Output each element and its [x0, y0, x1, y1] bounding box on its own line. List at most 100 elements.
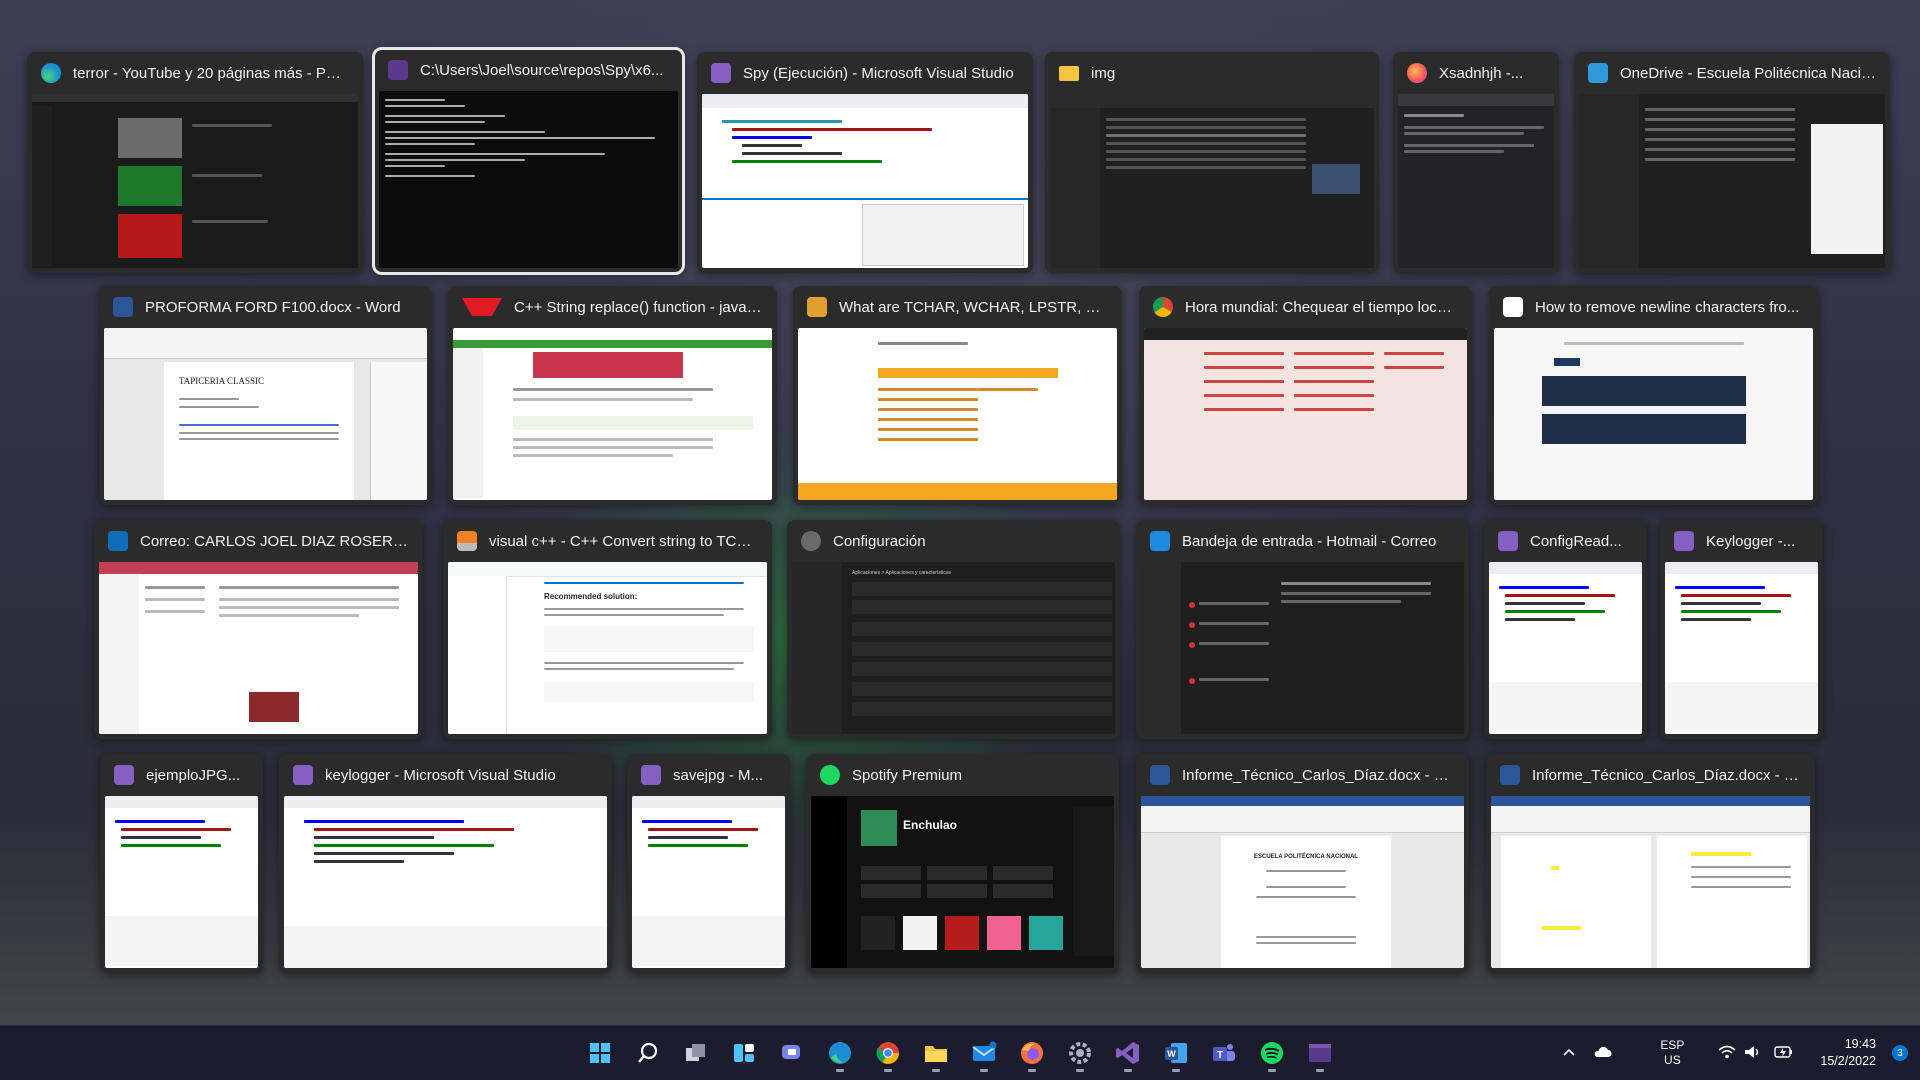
- task-view-icon[interactable]: [676, 1033, 716, 1073]
- spotify-icon: [820, 765, 840, 785]
- spotify-icon[interactable]: [1252, 1033, 1292, 1073]
- window-thumbnail: [632, 796, 785, 968]
- window-thumbnail: [1050, 94, 1374, 268]
- window-remove-newline[interactable]: How to remove newline characters fro...: [1489, 286, 1818, 505]
- window-thumbnail: [453, 328, 772, 500]
- word-icon: [113, 297, 133, 317]
- window-youtube-edge[interactable]: terror - YouTube y 20 páginas más - Per.…: [27, 52, 363, 273]
- window-title: What are TCHAR, WCHAR, LPSTR, LPWS...: [839, 298, 1108, 316]
- edge-icon: [41, 63, 61, 83]
- word-icon: [1500, 765, 1520, 785]
- widgets-icon[interactable]: [724, 1033, 764, 1073]
- firefox-icon: [1407, 63, 1427, 83]
- console-icon[interactable]: [1300, 1033, 1340, 1073]
- window-title: Hora mundial: Chequear el tiempo local a…: [1185, 298, 1458, 316]
- firefox-icon[interactable]: [1012, 1033, 1052, 1073]
- recommended-solution-text: Recommended solution:: [544, 592, 638, 601]
- svg-text:W: W: [1167, 1049, 1176, 1059]
- chrome-icon[interactable]: [868, 1033, 908, 1073]
- javatpoint-icon: [462, 298, 502, 316]
- window-hora-mundial[interactable]: Hora mundial: Chequear el tiempo local a…: [1139, 286, 1472, 505]
- window-stackoverflow[interactable]: visual c++ - C++ Convert string to TCH..…: [443, 520, 772, 739]
- window-thumbnail: [99, 562, 418, 734]
- window-thumbnail: [284, 796, 607, 968]
- window-title: Informe_Técnico_Carlos_Díaz.docx - Re...: [1182, 766, 1455, 784]
- window-thumbnail: Recommended solution:: [448, 562, 767, 734]
- window-outlook-correo[interactable]: Correo: CARLOS JOEL DIAZ ROSERO - O...: [94, 520, 423, 739]
- window-configread-vs[interactable]: ConfigRead...: [1484, 520, 1647, 739]
- window-title: visual c++ - C++ Convert string to TCH..…: [489, 532, 758, 550]
- search-icon[interactable]: [628, 1033, 668, 1073]
- window-ejemplojpg-vs[interactable]: ejemploJPG...: [100, 754, 263, 973]
- visual-studio-icon[interactable]: [1108, 1033, 1148, 1073]
- window-title: ejemploJPG...: [146, 766, 241, 784]
- window-keylogger-vs[interactable]: keylogger - Microsoft Visual Studio: [279, 754, 612, 973]
- onedrive-cloud-icon[interactable]: [1592, 1045, 1612, 1062]
- window-thumbnail: [1489, 562, 1642, 734]
- window-thumbnail: [1665, 562, 1818, 734]
- visual-studio-icon: [1498, 531, 1518, 551]
- window-informe-word[interactable]: Informe_Técnico_Carlos_Díaz.docx - Word: [1486, 754, 1815, 973]
- window-thumbnail: ESCUELA POLITÉCNICA NACIONAL: [1141, 796, 1464, 968]
- window-title: ConfigRead...: [1530, 532, 1622, 550]
- svg-text:T: T: [1217, 1050, 1223, 1061]
- settings-breadcrumb: Aplicaciones > Aplicaciones y caracterís…: [852, 570, 952, 576]
- language-indicator[interactable]: ESP US: [1660, 1038, 1684, 1068]
- window-visual-studio-spy[interactable]: Spy (Ejecución) - Microsoft Visual Studi…: [697, 52, 1033, 273]
- clock-date: 15/2/2022: [1820, 1054, 1876, 1068]
- window-javatpoint[interactable]: C++ String replace() function - javatpoi…: [448, 286, 777, 505]
- language-top: ESP: [1660, 1038, 1685, 1052]
- window-spotify[interactable]: Spotify Premium Enchulao: [806, 754, 1119, 973]
- taskbar-apps: W T: [580, 1026, 1340, 1080]
- wifi-icon[interactable]: [1718, 1045, 1736, 1062]
- window-title: Configuración: [833, 532, 926, 550]
- mail-icon[interactable]: [964, 1033, 1004, 1073]
- window-keylogger-vs-small[interactable]: Keylogger -...: [1660, 520, 1823, 739]
- window-informe-readonly[interactable]: Informe_Técnico_Carlos_Díaz.docx - Re...…: [1136, 754, 1469, 973]
- file-explorer-icon[interactable]: [916, 1033, 956, 1073]
- visual-studio-icon: [114, 765, 134, 785]
- site-icon: [807, 297, 827, 317]
- window-thumbnail: [379, 91, 678, 268]
- chevron-up-icon[interactable]: [1562, 1046, 1576, 1060]
- window-console[interactable]: C:\Users\Joel\source\repos\Spy\x6...: [372, 47, 685, 275]
- chrome-icon: [1153, 297, 1173, 317]
- window-tchar-article[interactable]: What are TCHAR, WCHAR, LPSTR, LPWS...: [793, 286, 1122, 505]
- notification-badge[interactable]: 3: [1892, 1045, 1908, 1061]
- window-thumbnail: [798, 328, 1117, 500]
- window-title: Spy (Ejecución) - Microsoft Visual Studi…: [743, 64, 1014, 82]
- window-firefox[interactable]: Xsadnhjh -...: [1393, 52, 1559, 273]
- volume-icon[interactable]: [1744, 1045, 1762, 1062]
- settings-icon[interactable]: [1060, 1033, 1100, 1073]
- window-folder-img[interactable]: img: [1045, 52, 1379, 273]
- battery-icon[interactable]: [1774, 1045, 1794, 1062]
- window-configuracion[interactable]: Configuración Aplicaciones > Aplicacione…: [787, 520, 1120, 739]
- language-bottom: US: [1664, 1053, 1681, 1067]
- window-thumbnail: [1491, 796, 1810, 968]
- window-title: Correo: CARLOS JOEL DIAZ ROSERO - O...: [140, 532, 409, 550]
- window-title: Bandeja de entrada - Hotmail - Correo: [1182, 532, 1437, 550]
- clock[interactable]: 19:43 15/2/2022: [1820, 1036, 1876, 1070]
- window-word-proforma[interactable]: PROFORMA FORD F100.docx - Word TAPICERIA…: [99, 286, 432, 505]
- window-hotmail[interactable]: Bandeja de entrada - Hotmail - Correo: [1136, 520, 1469, 739]
- outlook-icon: [108, 531, 128, 551]
- window-title: Informe_Técnico_Carlos_Díaz.docx - Word: [1532, 766, 1801, 784]
- window-thumbnail: TAPICERIA CLASSIC: [104, 328, 427, 500]
- window-savejpg-vs[interactable]: savejpg - M...: [627, 754, 790, 973]
- edge-icon[interactable]: [820, 1033, 860, 1073]
- window-title: Spotify Premium: [852, 766, 963, 784]
- visual-studio-icon: [293, 765, 313, 785]
- window-thumbnail: [1398, 94, 1554, 268]
- word-icon[interactable]: W: [1156, 1033, 1196, 1073]
- window-thumbnail: [32, 94, 358, 268]
- teams-icon[interactable]: T: [1204, 1033, 1244, 1073]
- start-icon[interactable]: [580, 1033, 620, 1073]
- window-title: C:\Users\Joel\source\repos\Spy\x6...: [420, 61, 664, 79]
- teams-chat-icon[interactable]: [772, 1033, 812, 1073]
- folder-icon: [1059, 65, 1079, 81]
- window-thumbnail: [1141, 562, 1464, 734]
- doc-heading: TAPICERIA CLASSIC: [179, 376, 265, 386]
- window-thumbnail: [105, 796, 258, 968]
- window-onedrive-explorer[interactable]: OneDrive - Escuela Politécnica Nacio...: [1574, 52, 1890, 273]
- window-title: OneDrive - Escuela Politécnica Nacio...: [1620, 64, 1876, 82]
